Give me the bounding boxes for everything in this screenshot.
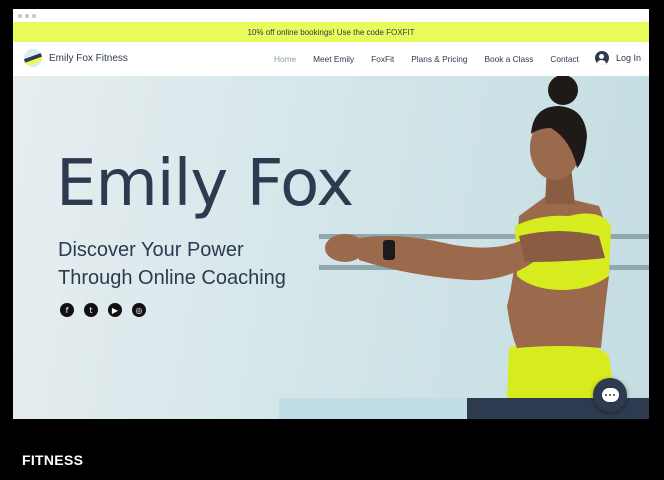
chat-bubble-icon — [601, 388, 619, 402]
user-avatar-icon — [594, 51, 609, 65]
hero-subtitle-line: Through Online Coaching — [58, 267, 286, 289]
hero-subtitle-line: Discover Your Power — [58, 239, 244, 261]
login-button[interactable]: Log In — [594, 51, 641, 65]
chat-button[interactable] — [593, 378, 627, 412]
site-header: Emily Fox Fitness Home Meet Emily FoxFit… — [13, 42, 649, 76]
menu-item-contact[interactable]: Contact — [550, 54, 579, 64]
youtube-icon[interactable]: ▶ — [108, 303, 122, 317]
browser-window: 10% off online bookings! Use the code FO… — [13, 9, 649, 419]
menu-item-plans-pricing[interactable]: Plans & Pricing — [411, 54, 467, 64]
menu-item-meet-emily[interactable]: Meet Emily — [313, 54, 354, 64]
instagram-icon[interactable]: ◎ — [132, 303, 146, 317]
hero-title: Emily Fox — [56, 147, 354, 221]
main-menu: Home Meet Emily FoxFit Plans & Pricing B… — [274, 42, 596, 76]
hero-athlete-image — [319, 76, 649, 398]
section-strip-light — [279, 398, 469, 419]
hair-bun — [548, 76, 578, 105]
window-chrome — [13, 9, 649, 22]
category-caption: FITNESS — [22, 452, 84, 468]
brand-link[interactable]: Emily Fox Fitness — [24, 49, 128, 67]
promo-banner: 10% off online bookings! Use the code FO… — [13, 22, 649, 42]
window-dot-icon — [32, 13, 36, 18]
menu-item-foxfit[interactable]: FoxFit — [371, 54, 394, 64]
window-dot-icon — [25, 13, 29, 18]
brand-name: Emily Fox Fitness — [49, 52, 128, 64]
fists — [325, 234, 365, 262]
hero-section: Emily Fox Discover Your Power Through On… — [13, 76, 649, 419]
menu-item-home[interactable]: Home — [274, 54, 296, 64]
menu-item-book-a-class[interactable]: Book a Class — [485, 54, 534, 64]
watch — [383, 240, 395, 260]
window-dot-icon — [18, 13, 22, 18]
login-label: Log In — [615, 53, 641, 63]
facebook-icon[interactable]: f — [60, 303, 74, 317]
twitter-icon[interactable]: t — [84, 303, 98, 317]
social-links: f t ▶ ◎ — [60, 303, 146, 317]
arm-back — [519, 231, 605, 262]
brand-logo-icon — [24, 49, 42, 67]
hero-subtitle: Discover Your Power Through Online Coach… — [58, 236, 286, 292]
promo-text: 10% off online bookings! Use the code FO… — [247, 27, 415, 37]
